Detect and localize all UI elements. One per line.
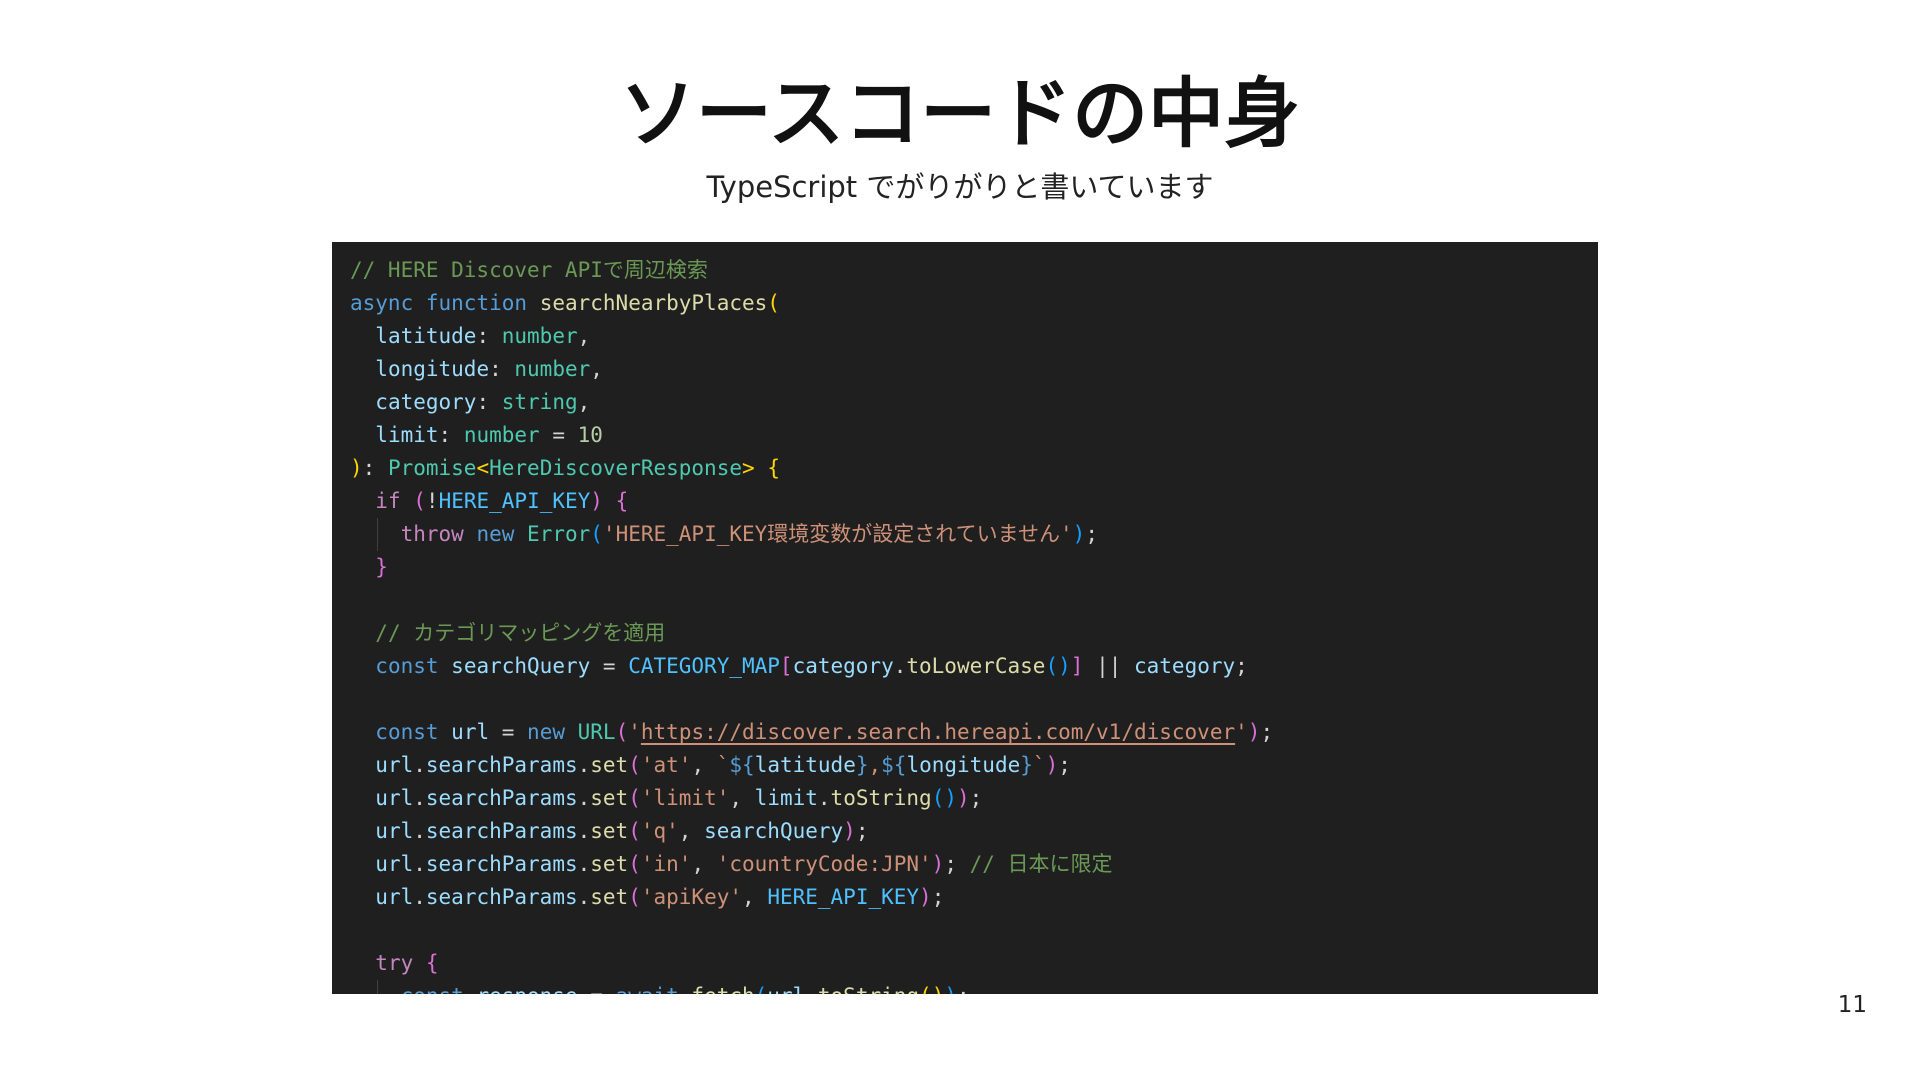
code-line: ​ [350,584,1273,617]
code-line: limit: number = 10 [375,423,603,447]
code-line: latitude: number, [375,324,591,348]
slide: ソースコードの中身 TypeScript でがりがりと書いています // HER… [0,0,1920,1080]
code-line: url.searchParams.set('in', 'countryCode:… [375,852,1113,876]
code-line: // カテゴリマッピングを適用 [375,621,666,645]
indent-guide [377,980,378,994]
slide-subtitle: TypeScript でがりがりと書いています [706,170,1214,204]
code-line: ​ [350,914,1273,947]
code-line: ): Promise<HereDiscoverResponse> { [350,456,780,480]
indent-guide [377,518,378,551]
code-line: const url = new URL('https://discover.se… [375,720,1274,744]
code-line: url.searchParams.set('at', `${latitude},… [375,753,1071,777]
page-number: 11 [1837,992,1867,1018]
slide-title: ソースコードの中身 [619,69,1301,158]
code-block: // HERE Discover APIで周辺検索 async function … [350,254,1273,994]
code-line: } [375,555,388,579]
code-line: const response = await fetch(url.toStrin… [350,980,1273,994]
code-line: ​ [350,683,1273,716]
code-line: url.searchParams.set('apiKey', HERE_API_… [375,885,945,909]
code-line: const searchQuery = CATEGORY_MAP[categor… [375,654,1248,678]
code-line: url.searchParams.set('q', searchQuery); [375,819,869,843]
code-line: category: string, [375,390,591,414]
code-line: longitude: number, [375,357,603,381]
code-line: // HERE Discover APIで周辺検索 [350,258,708,282]
code-line: throw new Error('HERE_API_KEY環境変数が設定されてい… [350,518,1273,551]
code-line: url.searchParams.set('limit', limit.toSt… [375,786,983,810]
code-line: try { [375,951,439,975]
code-screenshot: // HERE Discover APIで周辺検索 async function … [332,242,1598,994]
code-line: if (!HERE_API_KEY) { [375,489,629,513]
code-line: async function searchNearbyPlaces( [350,291,780,315]
